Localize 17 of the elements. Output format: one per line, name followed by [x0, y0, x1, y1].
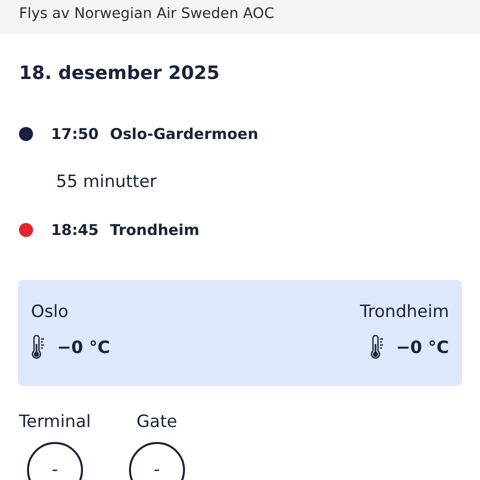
info-value: - — [128, 442, 185, 480]
temperature: −0 °C — [396, 338, 449, 358]
info-label: Gate — [136, 412, 178, 432]
thermometer-icon — [370, 335, 384, 361]
flight-duration: 55 minutter — [56, 172, 157, 192]
operator-text: Flys av Norwegian Air Sweden AOC — [19, 5, 274, 24]
temperature: −0 °C — [57, 338, 110, 358]
airport-name: Trondheim — [110, 221, 200, 239]
thermometer-icon — [31, 335, 45, 361]
departure-time: 18:45 — [51, 221, 100, 239]
info-label: Terminal — [19, 412, 91, 432]
info-value: - — [26, 442, 83, 480]
flight-date: 18. desember 2025 — [19, 62, 220, 86]
departure-time: 17:50 — [51, 125, 100, 143]
city-name: Trondheim — [360, 302, 449, 322]
airport-name: Oslo-Gardermoen — [110, 125, 258, 143]
city-name: Oslo — [31, 302, 70, 322]
